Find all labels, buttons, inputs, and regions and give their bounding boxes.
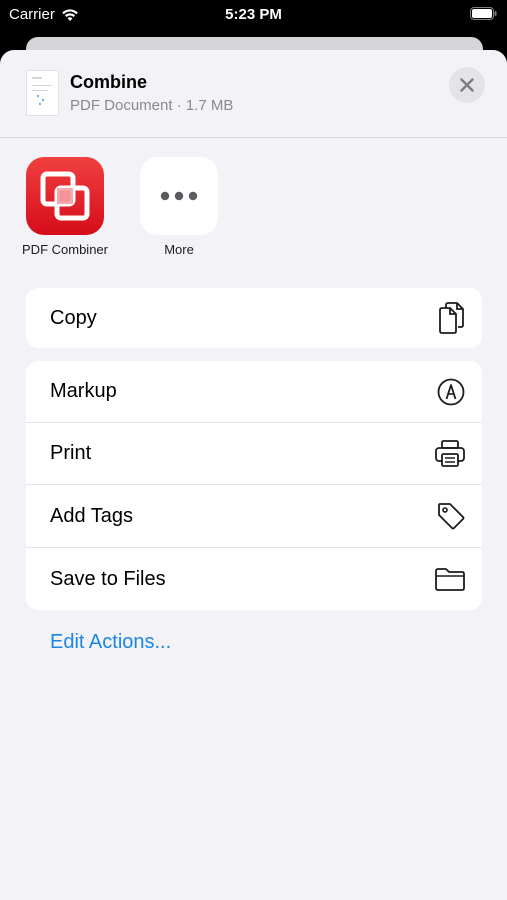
share-sheet: Combine PDF Document · 1.7 MB PDF Combin… bbox=[0, 50, 507, 900]
folder-icon bbox=[434, 566, 466, 592]
action-add-tags[interactable]: Add Tags bbox=[26, 484, 482, 547]
tag-icon bbox=[436, 501, 466, 531]
battery-icon bbox=[470, 7, 497, 24]
action-markup[interactable]: Markup bbox=[26, 361, 482, 422]
action-print[interactable]: Print bbox=[26, 422, 482, 484]
document-title: Combine bbox=[70, 72, 148, 92]
edit-actions-link[interactable]: Edit Actions... bbox=[50, 631, 171, 654]
close-icon bbox=[460, 78, 474, 92]
printer-icon bbox=[434, 439, 466, 469]
action-copy-label: Copy bbox=[50, 306, 97, 329]
document-thumbnail bbox=[26, 70, 59, 116]
action-group-main: Markup Print Add Tags Save to Files bbox=[26, 361, 482, 610]
action-save-to-files-label: Save to Files bbox=[50, 567, 166, 590]
more-label: More bbox=[164, 242, 194, 257]
pdf-combiner-label: PDF Combiner bbox=[22, 242, 108, 257]
markup-icon bbox=[436, 377, 466, 407]
pdf-combiner-icon bbox=[40, 171, 90, 221]
status-time: 5:23 PM bbox=[225, 6, 282, 23]
more-app-button[interactable] bbox=[140, 157, 218, 235]
pdf-combiner-app-button[interactable] bbox=[26, 157, 104, 235]
document-subtitle: PDF Document · 1.7 MB bbox=[70, 97, 234, 114]
action-print-label: Print bbox=[50, 442, 92, 464]
action-save-to-files[interactable]: Save to Files bbox=[26, 547, 482, 610]
copy-icon bbox=[436, 301, 466, 335]
status-bar: Carrier 5:23 PM bbox=[0, 0, 507, 30]
action-add-tags-label: Add Tags bbox=[50, 504, 134, 527]
action-copy[interactable]: Copy bbox=[26, 288, 482, 348]
action-markup-label: Markup bbox=[50, 380, 117, 402]
action-group-copy: Copy bbox=[26, 288, 482, 348]
more-dots-icon bbox=[160, 191, 198, 201]
sheet-header: Combine PDF Document · 1.7 MB bbox=[0, 50, 507, 138]
close-button[interactable] bbox=[449, 67, 485, 103]
